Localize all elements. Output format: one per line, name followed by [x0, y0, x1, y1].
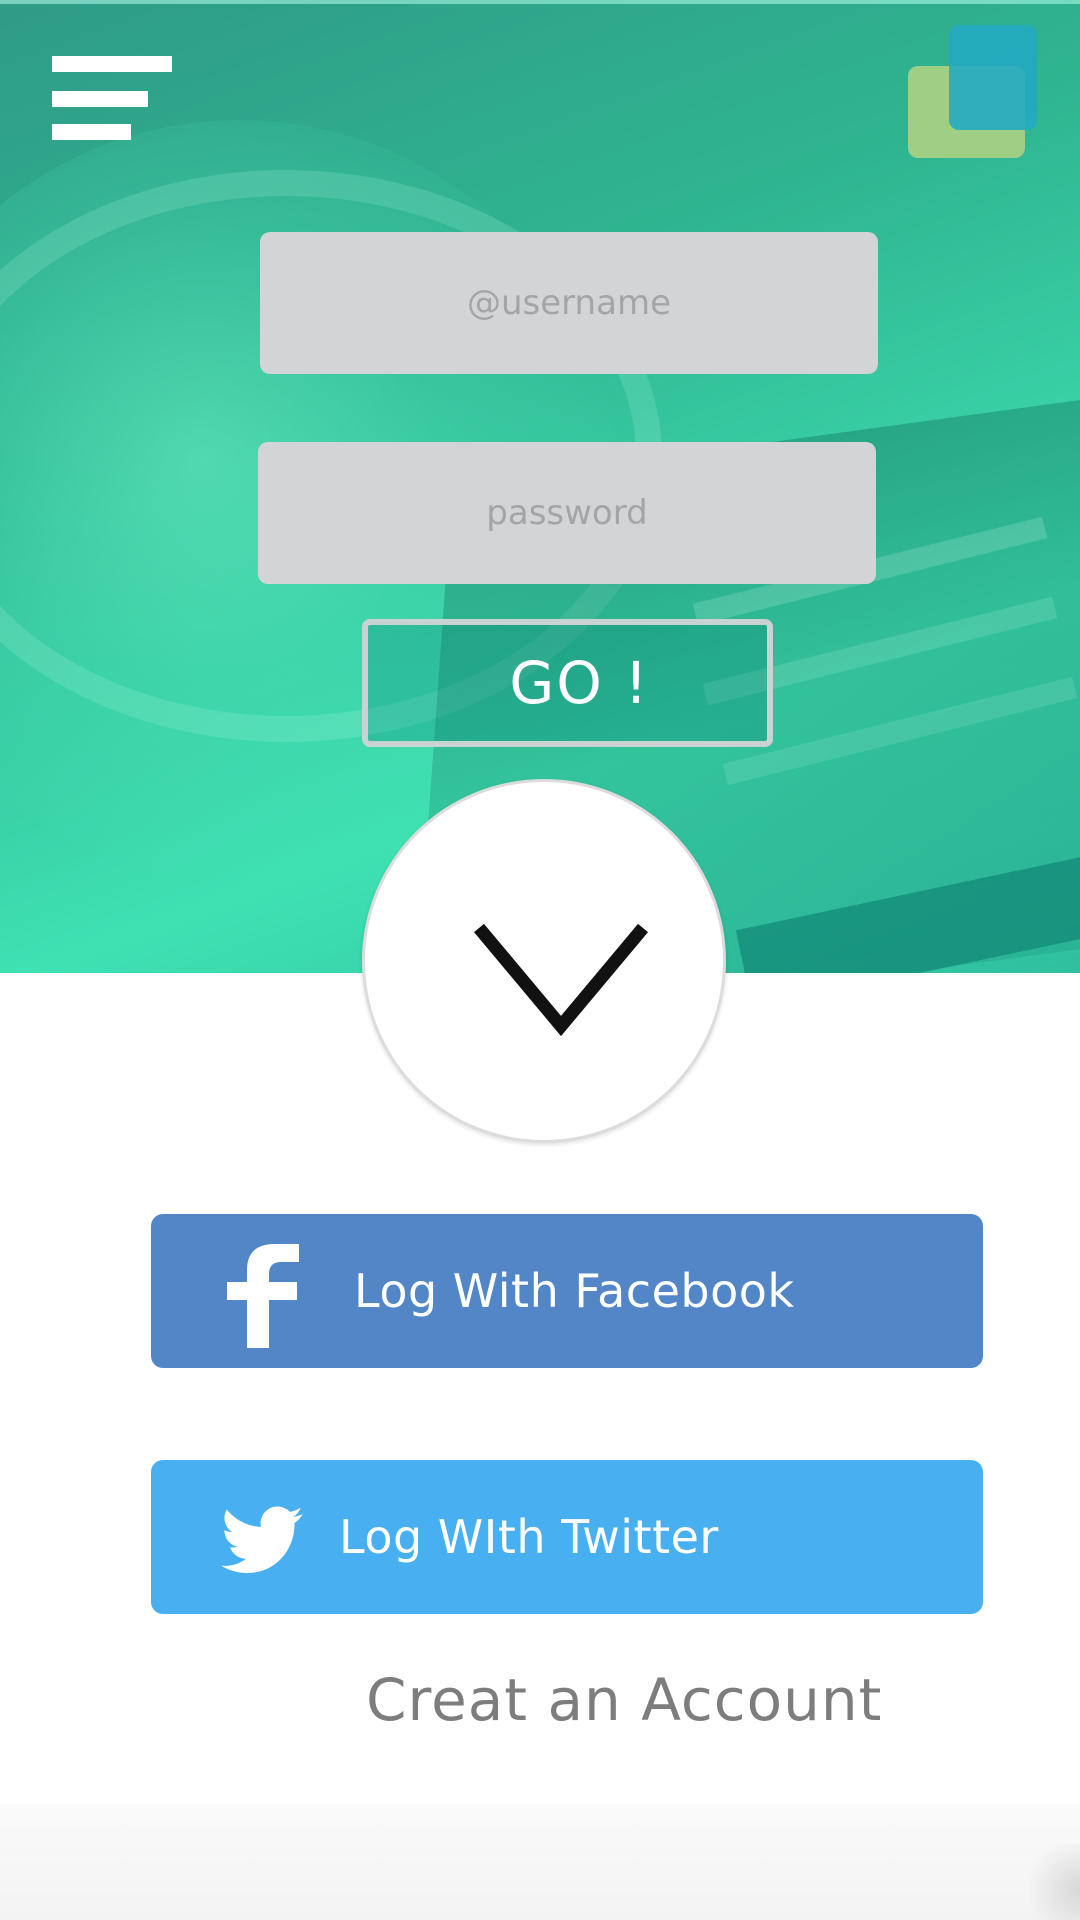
app-logo — [906, 24, 1040, 160]
facebook-button-label: Log With Facebook — [354, 1264, 795, 1318]
menu-bar — [52, 56, 172, 72]
chevron-down-icon — [474, 923, 648, 1036]
bottom-decoration — [1020, 1844, 1080, 1920]
scroll-down-button[interactable] — [362, 779, 726, 1143]
create-account-link[interactable]: Creat an Account — [366, 1666, 882, 1734]
hamburger-menu-icon[interactable] — [52, 56, 174, 142]
username-input[interactable] — [260, 232, 878, 374]
twitter-button-label: Log WIth Twitter — [339, 1510, 719, 1564]
twitter-icon — [221, 1506, 303, 1574]
password-input[interactable] — [258, 442, 876, 584]
menu-bar — [52, 91, 148, 107]
go-button[interactable]: GO ! — [362, 619, 773, 747]
logo-square-blue — [949, 25, 1037, 130]
bottom-strip — [0, 1804, 1080, 1920]
go-button-label: GO ! — [509, 649, 650, 717]
facebook-icon — [227, 1244, 299, 1348]
twitter-login-button[interactable]: Log WIth Twitter — [151, 1460, 983, 1614]
hero-top-edge — [0, 0, 1080, 4]
facebook-login-button[interactable]: Log With Facebook — [151, 1214, 983, 1368]
menu-bar — [52, 124, 131, 140]
